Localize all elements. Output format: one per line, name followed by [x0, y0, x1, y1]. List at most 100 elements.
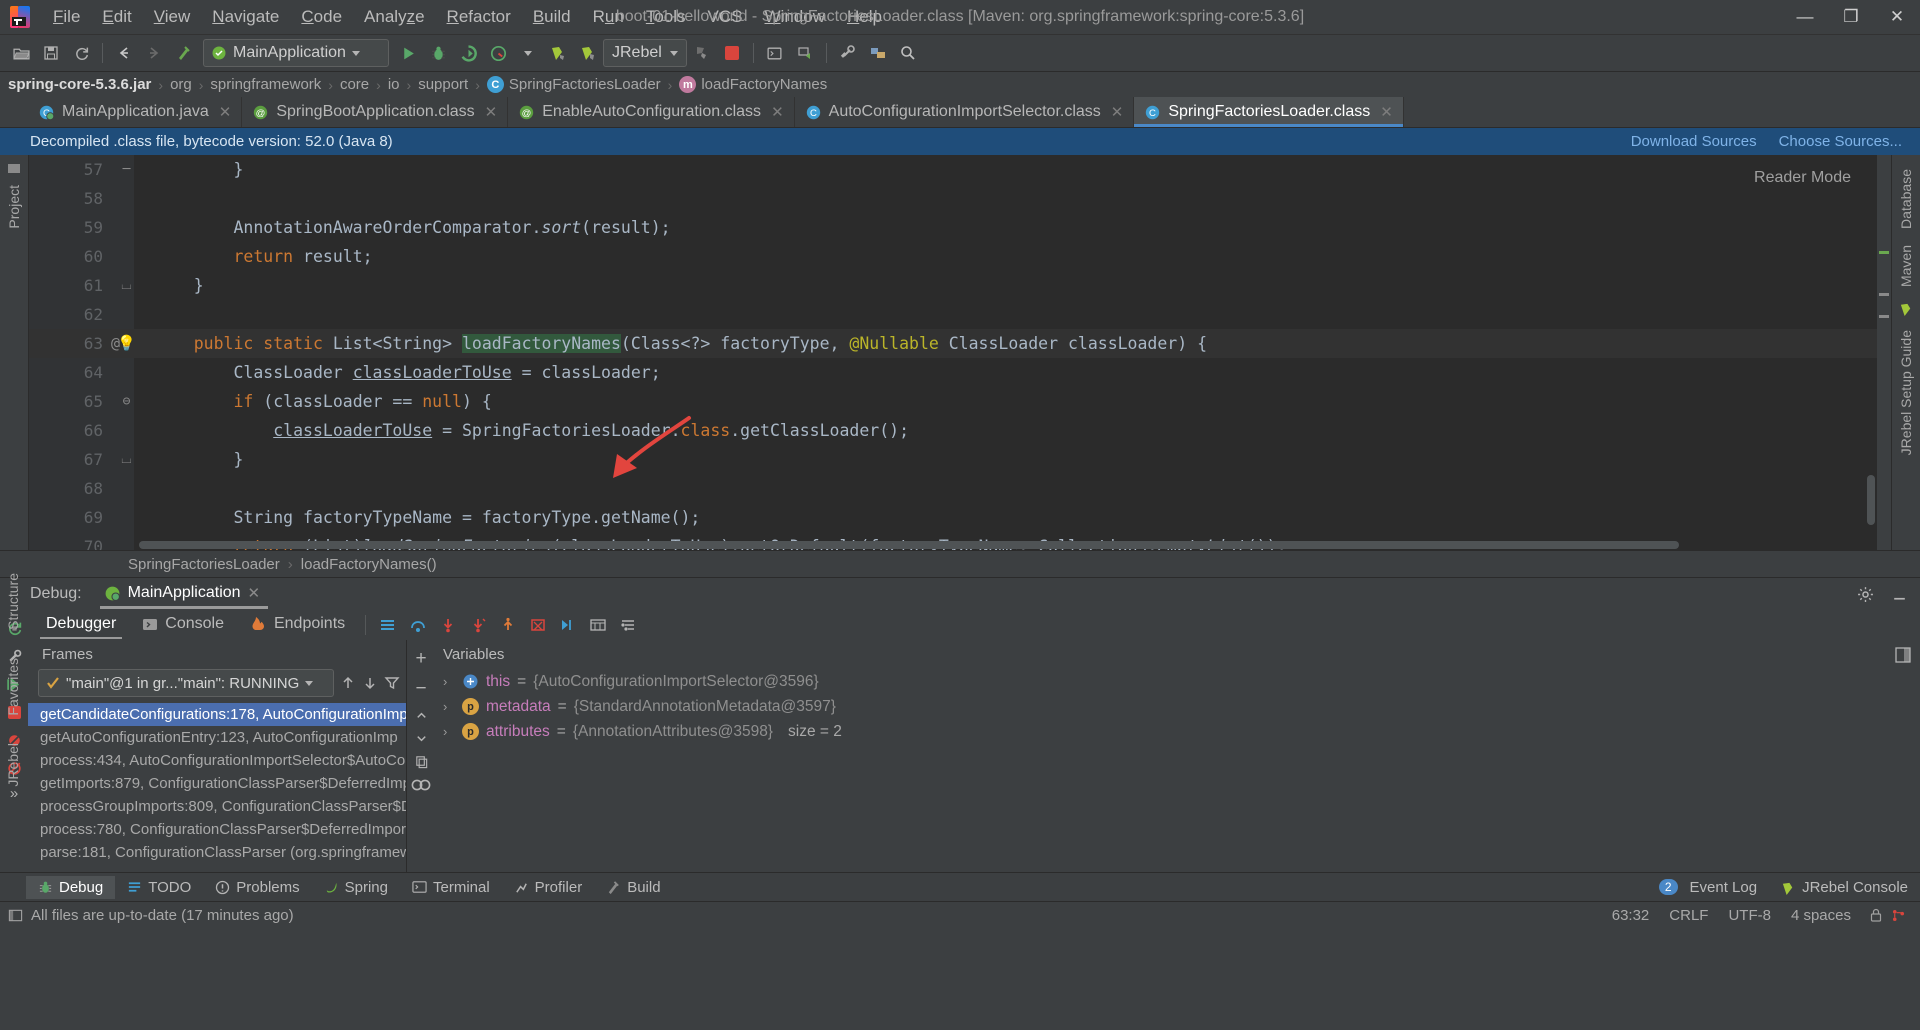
settings-filter-icon[interactable]: [614, 612, 642, 638]
editor-crumb-method[interactable]: loadFactoryNames(): [301, 556, 437, 573]
run-coverage-icon[interactable]: [454, 39, 482, 67]
force-step-into-icon[interactable]: [464, 612, 492, 638]
breadcrumb-item-4[interactable]: io: [388, 76, 400, 93]
jrebel-strip-icon[interactable]: [1899, 301, 1914, 316]
frame-item[interactable]: getAutoConfigurationEntry:123, AutoConfi…: [28, 726, 406, 749]
choose-sources-link[interactable]: Choose Sources...: [1779, 133, 1902, 150]
debug-icon[interactable]: [424, 39, 452, 67]
code-line-66[interactable]: 66 classLoaderToUse = SpringFactoriesLoa…: [29, 416, 1891, 445]
download-sources-link[interactable]: Download Sources: [1631, 133, 1757, 150]
code-content[interactable]: 57 ─ } 58 59 AnnotationAwareOrderComparator…: [29, 155, 1891, 550]
gutter-fold-marker[interactable]: ⊖: [111, 387, 142, 416]
breadcrumb-item-0[interactable]: spring-core-5.3.6.jar: [8, 76, 151, 93]
sidebar-item-jrebel-setup-guide[interactable]: JRebel Setup Guide: [1898, 330, 1914, 455]
frame-item[interactable]: getImports:879, ConfigurationClassParser…: [28, 772, 406, 795]
bottom-right-tab-event-log[interactable]: 2 Event Log: [1647, 876, 1769, 899]
variable-row[interactable]: › p attributes = {AnnotationAttributes@3598}…: [435, 719, 1886, 744]
close-icon[interactable]: ✕: [1380, 103, 1393, 121]
filter-icon[interactable]: [384, 675, 400, 691]
code-line-57[interactable]: 57 ─ }: [29, 155, 1891, 184]
step-out-icon[interactable]: [494, 612, 522, 638]
sidebar-item-database[interactable]: Database: [1898, 169, 1914, 229]
bottom-tab-profiler[interactable]: Profiler: [502, 876, 595, 899]
lock-icon[interactable]: [1869, 908, 1883, 923]
sync-icon[interactable]: [67, 39, 95, 67]
expand-chevron-icon[interactable]: ›: [443, 724, 455, 739]
chevron-down-icon[interactable]: [305, 680, 314, 686]
watches-icon[interactable]: [410, 777, 432, 793]
sidebar-item-project[interactable]: Project: [6, 185, 22, 229]
stop-icon[interactable]: [718, 39, 746, 67]
breadcrumb-item-1[interactable]: org: [170, 76, 192, 93]
run-configuration-selector[interactable]: MainApplication: [203, 39, 389, 67]
step-into-icon[interactable]: [434, 612, 462, 638]
search-icon[interactable]: [894, 39, 922, 67]
bottom-tab-spring[interactable]: Spring: [312, 876, 400, 899]
debug-tab-console[interactable]: Console: [130, 611, 236, 639]
breadcrumb-item-7[interactable]: m loadFactoryNames: [679, 76, 827, 93]
variable-row[interactable]: › this = {AutoConfigurationImportSelector@3…: [435, 669, 1886, 694]
jrebel-run-icon[interactable]: [544, 39, 572, 67]
update-app-icon[interactable]: [791, 39, 819, 67]
gutter-fold-marker[interactable]: ⌴: [111, 271, 142, 300]
menu-item-vcs[interactable]: VCS: [697, 3, 754, 31]
menu-item-file[interactable]: File: [42, 3, 91, 31]
code-line-65[interactable]: 65 ⊖ if (classLoader == null) {: [29, 387, 1891, 416]
close-icon[interactable]: ✕: [248, 584, 261, 602]
down-icon[interactable]: [414, 731, 429, 746]
code-line-68[interactable]: 68: [29, 474, 1891, 503]
frame-item[interactable]: process:780, ConfigurationClassParser$De…: [28, 818, 406, 841]
file-encoding[interactable]: UTF-8: [1718, 907, 1781, 924]
sidebar-item-favorites[interactable]: Favorites: [5, 658, 21, 716]
breadcrumb-item-6[interactable]: C SpringFactoriesLoader: [486, 76, 661, 93]
code-line-69[interactable]: 69 String factoryTypeName = factoryType.…: [29, 503, 1891, 532]
show-execution-point-icon[interactable]: [374, 612, 402, 638]
variables-list[interactable]: › this = {AutoConfigurationImportSelector@3…: [435, 669, 1886, 744]
gutter-fold-marker[interactable]: ⌴: [111, 445, 142, 474]
editor-tab-4[interactable]: C SpringFactoriesLoader.class ✕: [1134, 97, 1404, 127]
close-icon[interactable]: ✕: [219, 103, 232, 121]
menu-item-edit[interactable]: Edit: [91, 3, 142, 31]
back-icon[interactable]: [110, 39, 138, 67]
bottom-tab-problems[interactable]: Problems: [203, 876, 311, 899]
debug-tab-endpoints[interactable]: Endpoints: [238, 611, 357, 639]
frame-item[interactable]: process:434, AutoConfigurationImportSele…: [28, 749, 406, 772]
show-tool-windows-icon[interactable]: [8, 908, 23, 923]
gear-icon[interactable]: [1852, 581, 1878, 607]
frames-list[interactable]: getCandidateConfigurations:178, AutoConf…: [28, 703, 406, 872]
close-button[interactable]: ✕: [1874, 0, 1920, 34]
variable-row[interactable]: › p metadata = {StandardAnnotationMetadata@3…: [435, 694, 1886, 719]
menu-item-run[interactable]: Run: [582, 3, 635, 31]
bottom-tab-terminal[interactable]: Terminal: [400, 876, 502, 899]
profile-icon[interactable]: [484, 39, 512, 67]
expand-chevron-icon[interactable]: ›: [443, 674, 455, 689]
debug-session-tab[interactable]: MainApplication ✕: [99, 579, 269, 609]
step-over-icon[interactable]: [404, 612, 432, 638]
layout-settings-icon[interactable]: [1894, 646, 1912, 664]
code-editor[interactable]: 57 ─ } 58 59 AnnotationAwareOrderComparator…: [29, 155, 1891, 550]
bottom-tab-debug[interactable]: Debug: [26, 875, 116, 899]
maximize-button[interactable]: ❐: [1828, 0, 1874, 34]
open-folder-icon[interactable]: [7, 39, 35, 67]
drop-frame-icon[interactable]: [524, 612, 552, 638]
up-icon[interactable]: [414, 708, 429, 723]
editor-tab-3[interactable]: C AutoConfigurationImportSelector.class ✕: [795, 97, 1135, 127]
menu-item-tools[interactable]: Tools: [635, 3, 697, 31]
editor-vertical-scrollbar[interactable]: [1867, 475, 1875, 525]
save-all-icon[interactable]: [37, 39, 65, 67]
settings-icon[interactable]: [834, 39, 862, 67]
add-icon[interactable]: +: [415, 648, 426, 670]
menu-item-window[interactable]: Window: [754, 3, 836, 31]
jrebel-debug-icon[interactable]: [574, 39, 602, 67]
code-line-60[interactable]: 60 return result;: [29, 242, 1891, 271]
build-hammer-icon[interactable]: [170, 39, 198, 67]
editor-marker-bar[interactable]: [1877, 155, 1891, 550]
down-arrow-icon[interactable]: [362, 675, 378, 691]
minimize-button[interactable]: —: [1782, 0, 1828, 34]
close-icon[interactable]: ✕: [485, 103, 498, 121]
up-arrow-icon[interactable]: [340, 675, 356, 691]
editor-horizontal-scrollbar[interactable]: [139, 541, 1679, 549]
menu-item-code[interactable]: Code: [290, 3, 353, 31]
run-to-cursor-icon[interactable]: [554, 612, 582, 638]
git-branch-icon[interactable]: [1891, 908, 1906, 923]
